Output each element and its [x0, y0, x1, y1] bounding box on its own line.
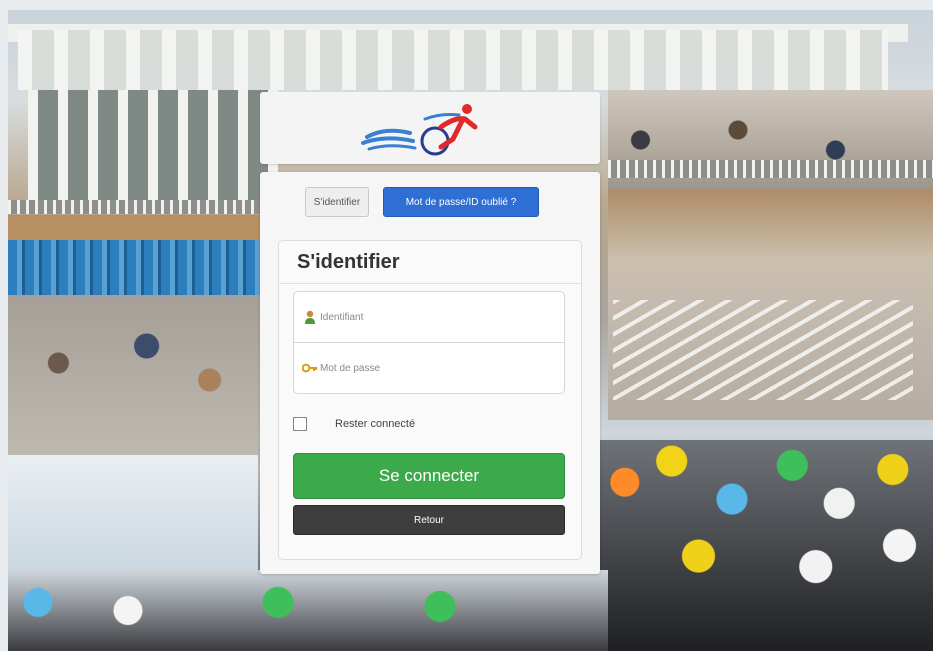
tab-login[interactable]: S'identifier — [305, 187, 369, 217]
sea-splash — [8, 455, 258, 575]
tab-forgot-password[interactable]: Mot de passe/ID oublié ? — [383, 187, 539, 217]
railing-left — [8, 200, 260, 214]
key-icon — [302, 360, 318, 376]
login-card: S'identifier Rester connecté — [278, 240, 582, 560]
remember-label: Rester connecté — [335, 418, 416, 430]
beach-umbrellas — [8, 240, 260, 295]
pergola — [18, 30, 888, 90]
login-button[interactable]: Se connecter — [293, 453, 565, 499]
auth-tabs: S'identifier Mot de passe/ID oublié ? — [305, 187, 539, 219]
username-input[interactable] — [318, 301, 552, 333]
railing-right — [608, 160, 933, 178]
user-icon — [302, 309, 318, 325]
beach-loungers — [613, 300, 913, 400]
back-button[interactable]: Retour — [293, 505, 565, 535]
divider — [279, 283, 581, 284]
username-field[interactable] — [293, 291, 565, 343]
swimmers-bottom — [8, 570, 608, 651]
crowd-left — [8, 295, 260, 465]
form-title: S'identifier — [297, 251, 400, 273]
login-panel: S'identifier Mot de passe/ID oublié ? S'… — [260, 172, 600, 574]
password-field[interactable] — [293, 342, 565, 394]
logo-header — [260, 92, 600, 164]
pergola-pillars — [28, 90, 278, 200]
triathlon-logo-icon — [361, 104, 478, 156]
password-input[interactable] — [318, 352, 552, 384]
remember-checkbox[interactable] — [293, 417, 307, 431]
remember-me: Rester connecté — [293, 417, 415, 431]
swimmers-right — [598, 440, 933, 651]
